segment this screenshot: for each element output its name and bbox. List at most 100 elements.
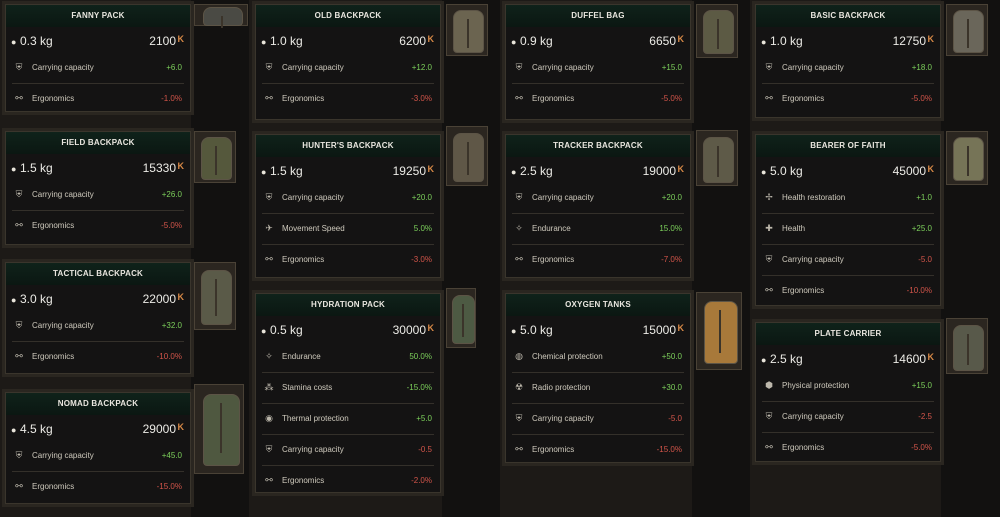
stat-value: +15.0: [661, 63, 682, 72]
item-name: BEARER OF FAITH: [756, 135, 940, 157]
runner-icon: ⚯: [15, 481, 23, 491]
stat-label: Thermal protection: [282, 414, 349, 423]
weight-icon: ●: [761, 37, 767, 47]
stat-row: ⚯ Ergonomics -10.0%: [762, 276, 934, 306]
stat-value: +45.0: [161, 451, 182, 460]
endurance-icon: ✧: [515, 223, 523, 233]
item-price: 45000: [892, 164, 926, 178]
currency-icon: K: [177, 422, 185, 432]
currency-icon: K: [927, 164, 935, 174]
item-weight: 5.0 kg: [520, 323, 553, 337]
item-weight: 0.3 kg: [20, 34, 53, 48]
chemical-icon: ◍: [515, 351, 523, 361]
item-card[interactable]: FANNY PACK ● 0.3 kg 2100 K ⛨ Carrying capacity…: [5, 4, 191, 112]
stat-row: ⚯ Ergonomics -5.0%: [762, 84, 934, 114]
weight-icon: ●: [511, 326, 517, 336]
item-thumbnail[interactable]: [194, 384, 244, 474]
runner-icon: ⚯: [15, 220, 23, 230]
stat-row: ◉ Thermal protection +5.0: [262, 404, 434, 435]
stat-row: ⛨ Carrying capacity -5.0: [512, 404, 684, 435]
stat-row: ⬢ Physical protection +15.0: [762, 371, 934, 402]
stat-label: Carrying capacity: [532, 414, 594, 423]
stat-label: Carrying capacity: [282, 193, 344, 202]
strap-detail: [221, 16, 223, 28]
item-price: 6200: [399, 34, 426, 48]
item-thumbnail[interactable]: [946, 318, 988, 374]
item-card[interactable]: OLD BACKPACK ● 1.0 kg 6200 K ⛨ Carrying capaci…: [255, 4, 441, 120]
item-thumbnail[interactable]: [446, 126, 488, 186]
stat-value: -0.5: [418, 445, 432, 454]
item-card[interactable]: TRACKER BACKPACK ● 2.5 kg 19000 K ⛨ Carrying c…: [505, 134, 691, 278]
stat-value: -3.0%: [411, 255, 432, 264]
item-weight: 3.0 kg: [20, 292, 53, 306]
item-weight: 0.5 kg: [270, 323, 303, 337]
stat-value: -10.0%: [156, 352, 182, 361]
stat-value: -5.0: [918, 255, 932, 264]
stat-row: ✈ Movement Speed 5.0%: [262, 214, 434, 245]
strap-detail: [967, 334, 969, 365]
item-card[interactable]: TACTICAL BACKPACK ● 3.0 kg 22000 K ⛨ Carrying …: [5, 262, 191, 374]
stat-value: -1.0%: [161, 94, 182, 103]
item-thumbnail[interactable]: [446, 4, 488, 56]
item-card[interactable]: PLATE CARRIER ● 2.5 kg 14600 K ⬢ Physical prot…: [755, 322, 941, 462]
stat-label: Ergonomics: [282, 94, 325, 103]
item-card[interactable]: HUNTER'S BACKPACK ● 1.5 kg 19250 K ⛨ Carrying …: [255, 134, 441, 278]
shield-icon: ⛨: [765, 62, 773, 72]
weight-price-row: ● 5.0 kg 45000 K: [756, 161, 940, 183]
shield-icon: ⛨: [765, 411, 773, 421]
stat-label: Health: [782, 224, 806, 233]
item-thumbnail[interactable]: [446, 288, 476, 348]
stat-label: Ergonomics: [782, 443, 825, 452]
stat-value: +20.0: [411, 193, 432, 202]
currency-icon: K: [677, 323, 685, 333]
item-thumbnail[interactable]: [946, 4, 988, 56]
stat-value: -5.0%: [661, 94, 682, 103]
currency-icon: K: [427, 34, 435, 44]
item-weight: 1.5 kg: [270, 164, 303, 178]
stat-row: ⚯ Ergonomics -5.0%: [512, 84, 684, 114]
item-card[interactable]: BEARER OF FAITH ● 5.0 kg 45000 K ✢ Health rest…: [755, 134, 941, 306]
stat-value: -3.0%: [411, 94, 432, 103]
stat-row: ⛨ Carrying capacity -5.0: [762, 245, 934, 276]
stat-row: ⛨ Carrying capacity +45.0: [12, 441, 184, 472]
weight-price-row: ● 2.5 kg 14600 K: [756, 349, 940, 371]
item-thumbnail[interactable]: [696, 130, 738, 186]
item-card[interactable]: HYDRATION PACK ● 0.5 kg 30000 K ✧ Endurance 50.…: [255, 293, 441, 493]
stat-label: Ergonomics: [282, 476, 325, 485]
strap-detail: [719, 310, 721, 353]
stat-value: -10.0%: [906, 286, 932, 295]
stat-row: ⚯ Ergonomics -3.0%: [262, 245, 434, 275]
item-card[interactable]: FIELD BACKPACK ● 1.5 kg 15330 K ⛨ Carrying cap…: [5, 131, 191, 245]
runner-icon: ⚯: [265, 475, 273, 485]
stat-label: Carrying capacity: [32, 321, 94, 330]
strap-detail: [467, 19, 469, 48]
stat-label: Ergonomics: [32, 352, 75, 361]
item-thumbnail[interactable]: [696, 292, 742, 370]
item-card[interactable]: BASIC BACKPACK ● 1.0 kg 12750 K ⛨ Carrying cap…: [755, 4, 941, 118]
stat-label: Carrying capacity: [32, 63, 94, 72]
item-card[interactable]: OXYGEN TANKS ● 5.0 kg 15000 K ◍ Chemical prote…: [505, 293, 691, 463]
item-thumbnail[interactable]: [696, 4, 738, 58]
stat-row: ⚯ Ergonomics -15.0%: [512, 435, 684, 465]
item-card[interactable]: NOMAD BACKPACK ● 4.5 kg 29000 K ⛨ Carrying cap…: [5, 392, 191, 504]
stat-label: Carrying capacity: [782, 255, 844, 264]
stat-label: Ergonomics: [532, 445, 575, 454]
item-thumbnail[interactable]: [194, 262, 236, 330]
item-thumbnail[interactable]: [194, 4, 248, 28]
stat-label: Carrying capacity: [32, 190, 94, 199]
item-weight: 0.9 kg: [520, 34, 553, 48]
column-gap: [941, 0, 1000, 517]
stat-label: Carrying capacity: [532, 63, 594, 72]
backpack-icon: [203, 7, 243, 28]
backpack-icon: [453, 10, 484, 53]
stat-row: ⚯ Ergonomics -10.0%: [12, 342, 184, 372]
item-weight: 2.5 kg: [520, 164, 553, 178]
runner-icon: ⚯: [765, 285, 773, 295]
item-card[interactable]: DUFFEL BAG ● 0.9 kg 6650 K ⛨ Carrying capacity…: [505, 4, 691, 120]
weight-price-row: ● 0.5 kg 30000 K: [256, 320, 440, 342]
item-thumbnail[interactable]: [946, 131, 988, 185]
stat-value: -5.0%: [911, 94, 932, 103]
item-price: 19000: [642, 164, 676, 178]
item-thumbnail[interactable]: [194, 131, 236, 183]
item-name: PLATE CARRIER: [756, 323, 940, 345]
